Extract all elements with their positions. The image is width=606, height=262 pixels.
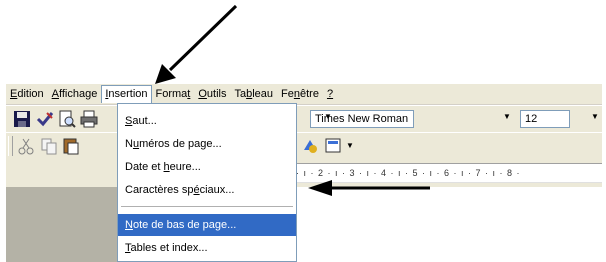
horizontal-ruler[interactable]: · ı · 2 · ı · 3 · ı · 4 · ı · 5 · ı · 6 … — [296, 163, 602, 183]
font-size-arrow-icon[interactable]: ▼ — [591, 112, 599, 121]
menu-item-note-de-bas-de-page[interactable]: Note de bas de page... — [118, 214, 296, 236]
arrow-head-insertion — [155, 64, 176, 84]
standard-toolbar: Times New Roman ▼ 12 ▼ ▼ — [6, 105, 602, 133]
menu-item-numeros-label: Numéros de page... — [125, 138, 222, 150]
menu-separator — [121, 206, 293, 207]
toolbar-grip[interactable] — [8, 136, 13, 156]
zoom-icon[interactable] — [324, 136, 344, 156]
menu-insertion[interactable]: Insertion — [101, 85, 152, 103]
menu-item-numeros-de-page[interactable]: Numéros de page... — [118, 133, 296, 155]
menu-outils[interactable]: Outils — [194, 85, 230, 103]
print-icon[interactable] — [79, 109, 99, 129]
paste-icon[interactable] — [61, 136, 81, 156]
menu-tableau[interactable]: Tableau — [230, 85, 277, 103]
font-size-select[interactable]: 12 — [520, 110, 570, 128]
font-name-spacer — [416, 110, 430, 128]
menu-item-date-et-heure[interactable]: Date et heure... — [118, 156, 296, 178]
print-preview-icon[interactable] — [57, 109, 77, 129]
menu-affichage-label: ffichage — [58, 88, 98, 100]
menu-fenetre-label: Fenêtre — [281, 88, 319, 100]
menu-format-label: Format — [155, 88, 191, 100]
font-name-dropdown-icon[interactable]: ▼ — [324, 112, 332, 121]
arrow-to-insertion-menu — [168, 4, 238, 72]
formatting-toolbar: ▼ — [6, 132, 602, 160]
menu-item-caracteres-speciaux[interactable]: Caractères spéciaux... — [118, 179, 296, 201]
ruler-ticks: · ı · 2 · ı · 3 · ı · 4 · ı · 5 · ı · 6 … — [296, 168, 521, 178]
font-size-value: 12 — [525, 113, 538, 125]
menu-help-label: ? — [326, 88, 334, 100]
menu-help[interactable]: ? — [323, 85, 337, 103]
menu-edition[interactable]: Edition — [6, 85, 48, 103]
document-page[interactable] — [296, 187, 602, 262]
menu-item-saut[interactable]: Saut... — [118, 110, 296, 132]
spellcheck-icon[interactable] — [35, 109, 55, 129]
menu-item-saut-label: aut... — [132, 115, 157, 127]
menu-item-date-label: Date et heure... — [125, 161, 201, 173]
menu-outils-label: utils — [206, 88, 227, 100]
copy-icon[interactable] — [39, 136, 59, 156]
drawing-icon[interactable] — [300, 136, 320, 156]
insertion-menu: Saut... Numéros de page... Date et heure… — [117, 103, 297, 262]
font-size-dropdown-icon[interactable]: ▼ — [503, 112, 511, 121]
menu-tableau-label: Tableau — [234, 88, 274, 100]
menu-item-tables-et-index[interactable]: Tables et index... — [118, 237, 296, 259]
menu-format[interactable]: Format — [152, 85, 195, 103]
menu-insertion-label: nsertion — [108, 88, 148, 100]
menu-item-caracteres-label: Caractères spéciaux... — [125, 184, 235, 196]
zoom-dropdown-icon[interactable]: ▼ — [346, 141, 354, 150]
menu-fenetre[interactable]: Fenêtre — [277, 85, 323, 103]
menu-bar: Edition Affichage Insertion Format Outil… — [6, 84, 602, 105]
menu-affichage[interactable]: Affichage — [48, 85, 102, 103]
cut-icon[interactable] — [16, 136, 36, 156]
menu-item-tables-label: Tables et index... — [125, 242, 208, 254]
save-icon[interactable] — [12, 109, 32, 129]
menu-item-note-label: Note de bas de page... — [125, 219, 237, 231]
menu-edition-label: dition — [17, 88, 44, 100]
